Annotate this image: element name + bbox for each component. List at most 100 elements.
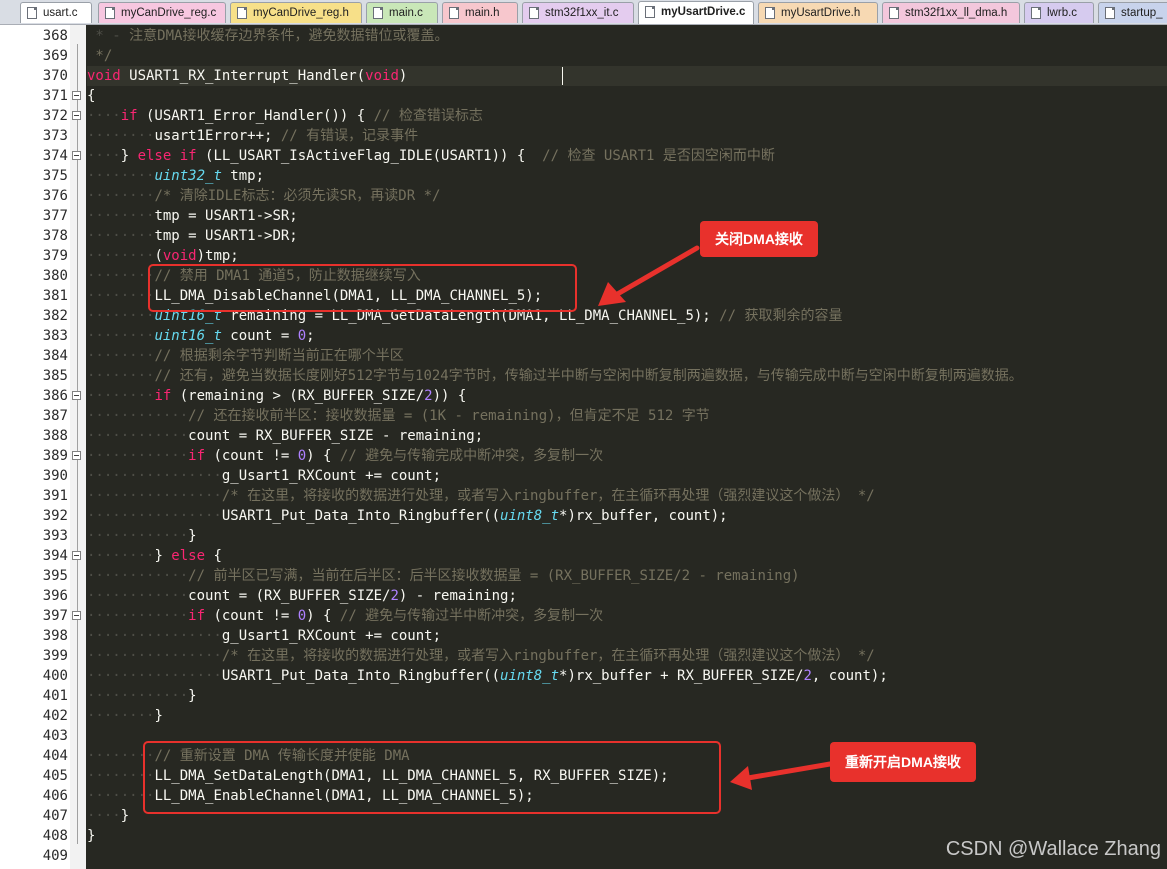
tab-usart-c[interactable]: usart.c — [20, 2, 92, 23]
code-token: count = (RX_BUFFER_SIZE/ — [188, 588, 391, 604]
code-line[interactable]: ················g_Usart1_RXCount += coun… — [87, 626, 441, 646]
code-line[interactable]: ········tmp = USART1->SR; — [87, 206, 298, 226]
tab-mycandrive-reg-h[interactable]: myCanDrive_reg.h — [230, 2, 362, 23]
code-line[interactable]: ············} — [87, 686, 197, 706]
code-line[interactable]: ········usart1Error++; // 有错误，记录事件 — [87, 126, 418, 146]
arrow-icon — [730, 761, 833, 790]
file-icon — [765, 7, 775, 19]
line-number: 407 — [42, 808, 68, 824]
fold-toggle-icon[interactable] — [72, 391, 81, 400]
code-line[interactable]: ············} — [87, 526, 197, 546]
tab-startup-[interactable]: startup_ — [1098, 2, 1167, 23]
code-line[interactable]: ····if (USART1_Error_Handler()) { // 检查错… — [87, 106, 483, 126]
line-number: 390 — [42, 468, 68, 484]
line-number: 402 — [42, 708, 68, 724]
tab-mycandrive-reg-c[interactable]: myCanDrive_reg.c — [98, 2, 226, 23]
code-line[interactable]: ········uint16_t count = 0; — [87, 326, 315, 346]
code-token: void — [87, 68, 121, 84]
code-token: (USART1_Error_Handler()) { — [137, 108, 374, 124]
code-line[interactable]: ················/* 在这里，将接收的数据进行处理，或者写入ri… — [87, 646, 875, 666]
code-line[interactable]: } — [87, 826, 95, 846]
code-token: ············ — [87, 408, 189, 424]
code-token: // 前半区已写满，当前在后半区：后半区接收数据量 = (RX_BUFFER_S… — [188, 568, 800, 584]
tab-main-h[interactable]: main.h — [442, 2, 518, 23]
code-token: uint16_t — [154, 328, 222, 344]
tab-label: stm32f1xx_ll_dma.h — [905, 7, 1008, 19]
code-line[interactable]: ········// 还有，避免当数据长度刚好512字节与1024字节时，传输过… — [87, 366, 1023, 386]
fold-toggle-icon[interactable] — [72, 451, 81, 460]
code-line[interactable]: ········uint32_t tmp; — [87, 166, 264, 186]
tab-label: myUsartDrive.h — [781, 7, 861, 19]
code-token: ············ — [87, 688, 189, 704]
file-icon — [645, 6, 655, 18]
code-line[interactable]: ········tmp = USART1->DR; — [87, 226, 298, 246]
code-line[interactable]: ················USART1_Put_Data_Into_Rin… — [87, 506, 728, 526]
line-number: 393 — [42, 528, 68, 544]
code-token: ········ — [87, 328, 155, 344]
code-token: ···· — [87, 808, 121, 824]
tab-stm32f1xx-it-c[interactable]: stm32f1xx_it.c — [522, 2, 634, 23]
tab-myusartdrive-h[interactable]: myUsartDrive.h — [758, 2, 878, 23]
code-line[interactable]: */ — [87, 46, 112, 66]
fold-toggle-icon[interactable] — [72, 551, 81, 560]
code-line[interactable]: ············// 还在接收前半区：接收数据量 = (1K - rem… — [87, 406, 710, 426]
code-line[interactable]: ················/* 在这里，将接收的数据进行处理，或者写入ri… — [87, 486, 875, 506]
fold-toggle-icon[interactable] — [72, 91, 81, 100]
code-token: ········ — [87, 168, 155, 184]
code-token: else — [171, 548, 206, 564]
code-line[interactable]: * - 注意DMA接收缓存边界条件，避免数据错位或覆盖。 — [87, 26, 448, 46]
tab-stm32f1xx-ll-dma-h[interactable]: stm32f1xx_ll_dma.h — [882, 2, 1020, 23]
code-token: /* 在这里，将接收的数据进行处理，或者写入ringbuffer，在主循环再处理… — [221, 648, 875, 664]
code-token: ········ — [87, 228, 155, 244]
code-line[interactable]: ············count = RX_BUFFER_SIZE - rem… — [87, 426, 483, 446]
code-line[interactable]: ············count = (RX_BUFFER_SIZE/2) -… — [87, 586, 517, 606]
code-line[interactable]: ········if (remaining > (RX_BUFFER_SIZE/… — [87, 386, 466, 406]
code-token: ············ — [87, 588, 189, 604]
code-token: ) - remaining; — [398, 588, 517, 604]
line-number: 383 — [42, 328, 68, 344]
fold-toggle-icon[interactable] — [72, 151, 81, 160]
editor-tab-bar: usart.c myCanDrive_reg.c myCanDrive_reg.h m… — [0, 0, 1167, 25]
code-token: } — [188, 688, 197, 704]
fold-toggle-icon[interactable] — [72, 611, 81, 620]
code-token: ················ — [87, 488, 222, 504]
code-token: ( — [154, 248, 163, 264]
line-number: 406 — [42, 788, 68, 804]
code-line[interactable]: ····} — [87, 806, 129, 826]
tab-myusartdrive-c[interactable]: myUsartDrive.c — [638, 1, 754, 24]
line-number: 368 — [42, 28, 68, 44]
file-icon — [529, 7, 539, 19]
code-line[interactable]: ········} — [87, 706, 163, 726]
tab-main-c[interactable]: main.c — [366, 2, 438, 23]
tab-lwrb-c[interactable]: lwrb.c — [1024, 2, 1094, 23]
code-token: // 根据剩余字节判断当前正在哪个半区 — [154, 348, 404, 364]
line-number: 380 — [42, 268, 68, 284]
code-token: 0 — [297, 448, 307, 464]
code-line[interactable]: void USART1_RX_Interrupt_Handler(void) — [87, 66, 407, 86]
file-icon — [105, 7, 115, 19]
code-token: g_Usart1_RXCount += count; — [221, 468, 442, 484]
code-token: } — [154, 708, 163, 724]
code-token: ········ — [87, 548, 155, 564]
code-line[interactable]: ················g_Usart1_RXCount += coun… — [87, 466, 441, 486]
code-token: ········ — [87, 188, 155, 204]
code-line[interactable]: ········// 根据剩余字节判断当前正在哪个半区 — [87, 346, 404, 366]
line-number: 381 — [42, 288, 68, 304]
code-token: /* 在这里，将接收的数据进行处理，或者写入ringbuffer，在主循环再处理… — [221, 488, 875, 504]
code-line[interactable]: ········} else { — [87, 546, 222, 566]
code-line[interactable]: ················USART1_Put_Data_Into_Rin… — [87, 666, 888, 686]
code-line[interactable]: ········(void)tmp; — [87, 246, 239, 266]
code-line[interactable]: ············if (count != 0) { // 避免与传输完成… — [87, 446, 603, 466]
code-token: ············ — [87, 428, 189, 444]
code-line[interactable]: ········/* 清除IDLE标志：必须先读SR，再读DR */ — [87, 186, 440, 206]
code-line[interactable]: ············// 前半区已写满，当前在后半区：后半区接收数据量 = … — [87, 566, 800, 586]
code-line[interactable]: ············if (count != 0) { // 避免与传输过半… — [87, 606, 603, 626]
line-number: 396 — [42, 588, 68, 604]
code-line[interactable]: ····} else if (LL_USART_IsActiveFlag_IDL… — [87, 146, 775, 166]
fold-guide-line — [77, 44, 78, 844]
code-line[interactable]: { — [87, 86, 95, 106]
fold-toggle-icon[interactable] — [72, 111, 81, 120]
code-token: void — [365, 68, 399, 84]
code-editor[interactable]: 368 369 370 371 372 373 374 375 376 377 378 379 380 3… — [0, 25, 1167, 869]
line-number: 397 — [42, 608, 68, 624]
